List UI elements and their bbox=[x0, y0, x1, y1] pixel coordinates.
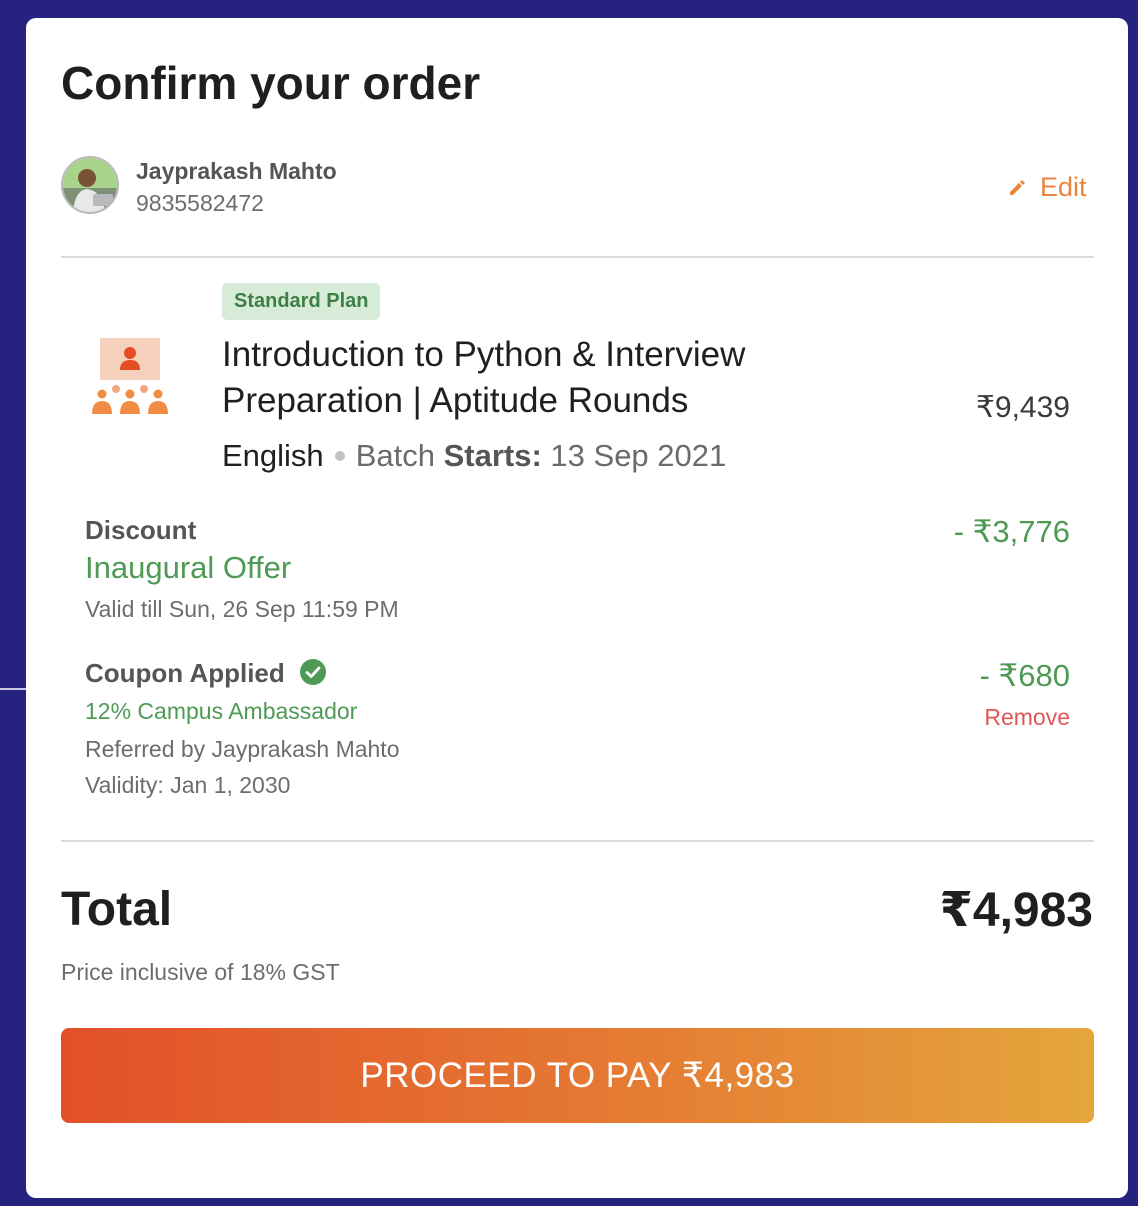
divider bbox=[61, 256, 1094, 258]
user-photo-icon bbox=[63, 158, 117, 212]
total-label: Total bbox=[61, 883, 173, 936]
gst-note: Price inclusive of 18% GST bbox=[61, 959, 340, 985]
course-title: Introduction to Python & Interview Prepa… bbox=[222, 335, 746, 420]
coupon-name: 12% Campus Ambassador bbox=[85, 698, 358, 724]
batch-date: 13 Sep 2021 bbox=[550, 438, 727, 473]
offer-validity: Valid till Sun, 26 Sep 11:59 PM bbox=[85, 596, 399, 622]
order-confirmation-card: Confirm your order Jayprakash Mahto 9835… bbox=[26, 18, 1128, 1198]
background-decoration bbox=[0, 688, 26, 690]
coupon-referrer: Referred by Jayprakash Mahto bbox=[85, 736, 400, 762]
course-meta: English Batch Starts: 13 Sep 2021 bbox=[222, 438, 726, 474]
divider bbox=[61, 840, 1094, 842]
separator-dot bbox=[334, 450, 345, 461]
edit-label: Edit bbox=[1040, 172, 1087, 202]
coupon-applied-label: Coupon Applied bbox=[85, 658, 327, 689]
avatar bbox=[61, 156, 119, 214]
batch-label: Starts: bbox=[443, 438, 542, 473]
user-name: Jayprakash Mahto bbox=[136, 158, 337, 184]
page-title: Confirm your order bbox=[61, 57, 481, 109]
course-price: ₹9,439 bbox=[975, 391, 1070, 424]
discount-amount: - ₹3,776 bbox=[953, 514, 1070, 549]
coupon-label-text: Coupon Applied bbox=[85, 658, 285, 688]
classroom-icon bbox=[90, 336, 172, 418]
edit-button[interactable]: Edit bbox=[1008, 172, 1087, 203]
coupon-amount: - ₹680 bbox=[979, 658, 1070, 693]
discount-label: Discount bbox=[85, 515, 197, 545]
course-language: English bbox=[222, 438, 324, 473]
proceed-to-pay-button[interactable]: PROCEED TO PAY ₹4,983 bbox=[61, 1028, 1094, 1123]
check-circle-icon bbox=[300, 659, 327, 686]
offer-name: Inaugural Offer bbox=[85, 550, 292, 585]
user-phone: 9835582472 bbox=[136, 190, 264, 216]
remove-coupon-link[interactable]: Remove bbox=[984, 704, 1070, 731]
coupon-validity: Validity: Jan 1, 2030 bbox=[85, 772, 291, 798]
total-value: ₹4,983 bbox=[939, 884, 1093, 937]
plan-badge: Standard Plan bbox=[222, 283, 381, 320]
batch-prefix: Batch bbox=[355, 438, 435, 473]
pencil-icon bbox=[1010, 179, 1025, 195]
